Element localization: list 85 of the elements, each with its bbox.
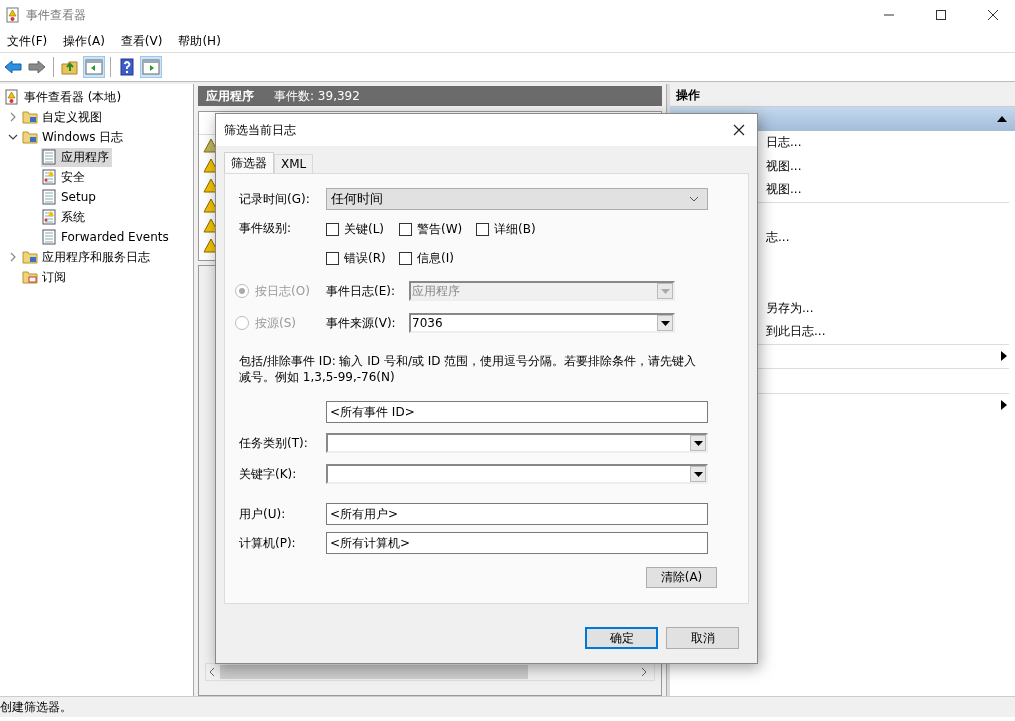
pane-left-button[interactable] (83, 56, 105, 78)
expand-icon[interactable] (9, 252, 17, 262)
event-viewer-icon (6, 7, 20, 23)
tree-item[interactable]: Forwarded Events (41, 227, 172, 247)
tree-item[interactable]: 订阅 (22, 267, 69, 287)
ok-button[interactable]: 确定 (585, 627, 658, 649)
tree-item[interactable]: 安全 (41, 167, 88, 187)
pane-title: 操作 (670, 84, 1015, 107)
tree-item[interactable]: 应用程序和服务日志 (22, 247, 153, 267)
event-count: 事件数: 39,392 (274, 87, 360, 105)
time-dropdown[interactable]: 任何时间 (326, 188, 708, 210)
submenu-arrow-icon[interactable] (1001, 351, 1007, 362)
field-label: 记录时间(G): (239, 190, 311, 208)
dropdown-field[interactable] (326, 464, 708, 484)
folder-icon (22, 269, 38, 285)
action-item[interactable]: 日志... (766, 134, 802, 152)
input-field[interactable]: <所有计算机> (326, 532, 708, 554)
action-item[interactable]: 到此日志... (766, 323, 826, 341)
collapse-icon[interactable] (997, 116, 1007, 122)
field-label: 事件日志(E): (326, 282, 396, 300)
checkbox[interactable] (399, 222, 412, 236)
action-item[interactable]: 另存为... (766, 299, 814, 317)
action-item[interactable]: 视图... (766, 157, 802, 175)
radio-button[interactable] (235, 284, 249, 298)
field-label: 任务类别(T): (239, 434, 309, 452)
dropdown-arrow-icon (660, 288, 670, 294)
checkbox-label[interactable]: 详细(B) (494, 220, 536, 238)
field-label: 事件级别: (239, 220, 293, 237)
field-label: 用户(U): (239, 505, 287, 523)
tab[interactable]: XML (274, 154, 314, 173)
status-text: 创建筛选器。 (0, 698, 72, 716)
pane-title: 应用程序 (206, 87, 254, 105)
tab[interactable]: 筛选器 (224, 152, 274, 173)
log-icon (41, 169, 57, 185)
menu-item[interactable]: 文件(F) (7, 32, 48, 50)
checkbox-label[interactable]: 信息(I) (417, 249, 454, 267)
dropdown-arrow-icon (693, 471, 703, 477)
expand-icon[interactable] (9, 112, 17, 122)
event-viewer-icon (4, 89, 20, 105)
checkbox-label[interactable]: 关键(L) (344, 220, 385, 238)
checkbox[interactable] (476, 222, 489, 236)
folder-icon (22, 109, 38, 125)
cancel-button[interactable]: 取消 (666, 627, 739, 649)
checkbox[interactable] (399, 251, 412, 265)
checkbox-label[interactable]: 错误(R) (344, 249, 386, 267)
checkbox-label[interactable]: 警告(W) (417, 220, 463, 238)
window-title: 事件查看器 (26, 6, 86, 24)
menu-item[interactable]: 查看(V) (120, 32, 163, 50)
tree-item[interactable]: Setup (41, 187, 99, 207)
dropdown-arrow-icon (693, 440, 703, 446)
log-icon (41, 229, 57, 245)
dropdown-field[interactable] (326, 433, 708, 453)
hint-text: 包括/排除事件 ID: 输入 ID 号和/或 ID 范围，使用逗号分隔。若要排除条件，请先键入减号。例如 1,3,5-99,-76(N) (239, 353, 698, 385)
action-item[interactable]: 志... (766, 229, 790, 247)
log-icon (41, 209, 57, 225)
dropdown-field[interactable]: 7036 (409, 313, 675, 333)
event-id-field[interactable]: <所有事件 ID> (326, 401, 708, 423)
dropdown-arrow-icon (660, 320, 670, 326)
close-icon[interactable] (733, 124, 745, 136)
checkbox[interactable] (326, 222, 339, 236)
log-icon (41, 149, 57, 165)
clear-button[interactable]: 清除(A) (646, 567, 717, 588)
checkbox[interactable] (326, 251, 339, 265)
field-label: 事件来源(V): (326, 314, 397, 332)
collapse-icon[interactable] (8, 133, 18, 141)
dialog-title: 筛选当前日志 (224, 121, 296, 139)
radio-button[interactable] (235, 316, 249, 330)
tree-item[interactable]: 自定义视图 (22, 107, 105, 127)
menu-item[interactable]: 帮助(H) (178, 32, 221, 50)
log-icon (41, 189, 57, 205)
close-icon[interactable] (987, 9, 999, 21)
menu-item[interactable]: 操作(A) (63, 32, 105, 50)
input-field[interactable]: <所有用户> (326, 503, 708, 525)
field-label: 关键字(K): (239, 465, 298, 483)
tree-item[interactable]: 事件查看器 (本地) (4, 87, 125, 107)
chevron-down-icon (689, 196, 699, 202)
maximize-icon[interactable] (935, 9, 947, 21)
tree-item[interactable]: 应用程序 (41, 147, 112, 167)
tree-item[interactable]: 系统 (41, 207, 88, 227)
field-label: 计算机(P): (239, 534, 297, 552)
folder-icon (22, 249, 38, 265)
submenu-arrow-icon[interactable] (1001, 400, 1007, 411)
folder-icon (22, 129, 38, 145)
tree-item[interactable]: Windows 日志 (22, 127, 127, 147)
action-item[interactable]: 视图... (766, 181, 802, 199)
